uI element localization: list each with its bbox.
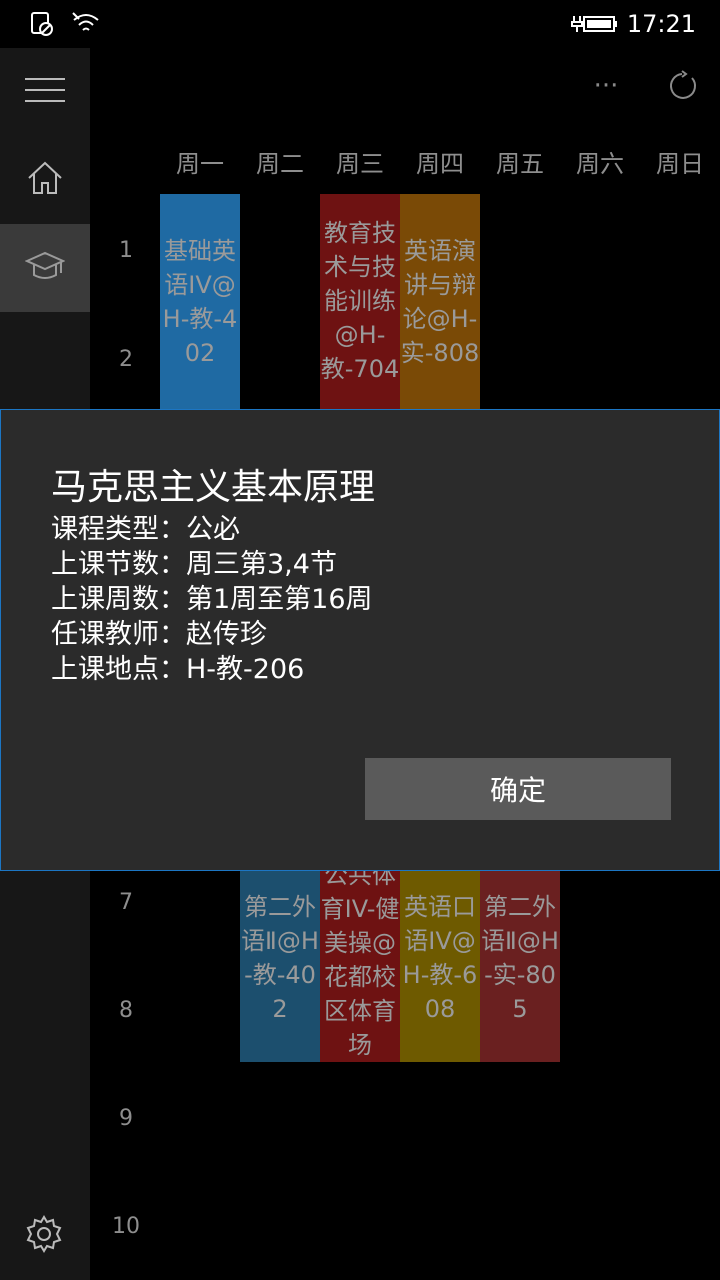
refresh-icon	[666, 70, 698, 106]
course-cell-text: 英语口语IV@H-教-608	[402, 893, 478, 1023]
period-label: 10	[112, 1214, 140, 1239]
day-tue: 周二	[256, 150, 304, 178]
day-mon: 周一	[176, 150, 224, 178]
wifi-icon	[70, 10, 102, 42]
course-cell[interactable]: 英语口语IV@H-教-608	[400, 870, 480, 1062]
no-sim-icon	[30, 11, 54, 41]
detail-teacher: 任课教师：赵传珍	[51, 619, 267, 650]
period-label: 1	[119, 238, 133, 263]
course-cell-text: 第二外语Ⅱ@H-实-805	[481, 893, 559, 1023]
settings-button[interactable]	[20, 1212, 68, 1260]
course-detail-dialog: 马克思主义基本原理 课程类型：公必 上课节数：周三第3,4节 上课周数：第1周至…	[0, 409, 720, 871]
day-thu: 周四	[416, 150, 464, 178]
ok-button[interactable]: 确定	[365, 758, 671, 820]
refresh-button[interactable]	[660, 66, 704, 110]
detail-class-periods: 上课节数：周三第3,4节	[51, 549, 337, 580]
course-detail-list: 课程类型：公必 上课节数：周三第3,4节 上课周数：第1周至第16周 任课教师：…	[51, 512, 373, 687]
hamburger-menu-icon	[25, 77, 65, 107]
course-cell[interactable]: 第二外语Ⅱ@H-实-805	[480, 870, 560, 1062]
period-label: 2	[119, 347, 133, 372]
settings-gear-icon	[24, 1214, 64, 1258]
clock-time: 17:21	[626, 10, 696, 38]
home-icon	[27, 161, 63, 199]
period-label: 7	[119, 890, 133, 915]
dialog-title: 马克思主义基本原理	[51, 467, 376, 508]
course-cell-text: 基础英语IV@H-教-402	[162, 237, 238, 367]
more-ellipsis-icon: ···	[593, 71, 619, 101]
detail-course-type: 课程类型：公必	[51, 514, 240, 545]
period-label: 9	[119, 1106, 133, 1131]
period-label: 8	[119, 998, 133, 1023]
nav-timetable[interactable]	[0, 224, 90, 312]
course-cell[interactable]: 公共体育IV-健美操@花都校区体育场	[320, 870, 400, 1062]
course-cell[interactable]: 教育技术与技能训练@H-教-704	[320, 194, 400, 410]
nav-home[interactable]	[0, 136, 90, 224]
day-sun: 周日	[656, 150, 704, 178]
course-cell[interactable]: 英语演讲与辩论@H-实-808	[400, 194, 480, 410]
detail-location: 上课地点：H-教-206	[51, 654, 305, 685]
course-cell[interactable]: 第二外语Ⅱ@H-教-402	[240, 870, 320, 1062]
day-fri: 周五	[496, 150, 544, 178]
day-wed: 周三	[336, 150, 384, 178]
hamburger-menu-button[interactable]	[0, 48, 90, 136]
battery-charging-icon	[570, 12, 618, 40]
more-options-button[interactable]: ···	[586, 62, 626, 110]
course-cell-text: 英语演讲与辩论@H-实-808	[400, 237, 480, 367]
graduation-cap-icon	[24, 249, 66, 287]
status-bar: 17:21	[0, 0, 720, 48]
course-cell-text: 教育技术与技能训练@H-教-704	[320, 219, 400, 383]
course-cell-text: 第二外语Ⅱ@H-教-402	[241, 893, 319, 1023]
detail-class-weeks: 上课周数：第1周至第16周	[51, 584, 373, 615]
day-sat: 周六	[576, 150, 624, 178]
course-cell-text: 公共体育IV-健美操@花都校区体育场	[320, 870, 400, 1059]
weekday-header: 周一 周二 周三 周四 周五 周六 周日	[160, 144, 720, 179]
course-cell[interactable]: 基础英语IV@H-教-402	[160, 194, 240, 410]
